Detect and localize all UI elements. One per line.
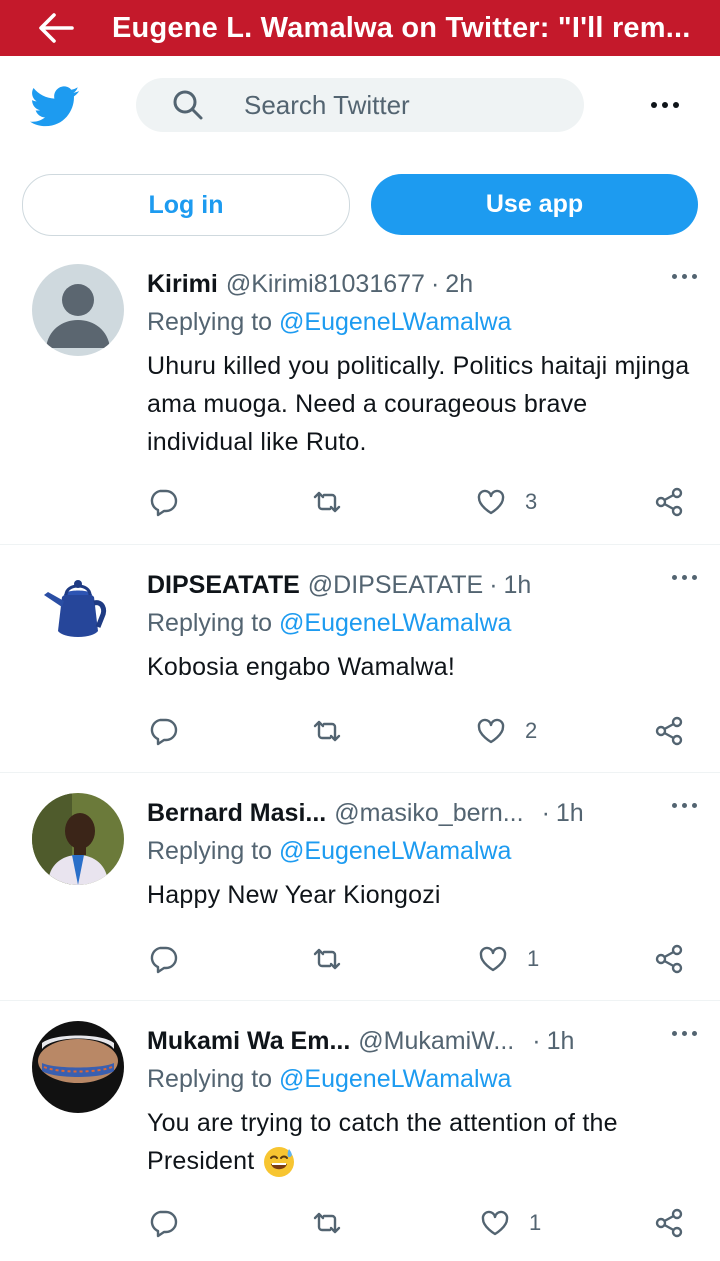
like-icon[interactable]: 1 — [479, 1207, 541, 1239]
page-title: Eugene L. Wamalwa on Twitter: "I'll rem.… — [112, 11, 691, 44]
tweet-text: Kobosia engabo Wamalwa! — [147, 653, 456, 681]
reply-tweet[interactable]: Bernard Masi... @masiko_bern... · 1h Rep… — [0, 773, 720, 1001]
replying-to: Replying to @EugeneLWamalwa — [147, 1065, 697, 1101]
author-name[interactable]: Mukami Wa Em... — [147, 1027, 350, 1056]
replying-to-label: Replying to — [147, 1065, 273, 1093]
separator-dot: · — [532, 1026, 541, 1055]
tweet-actions: 1 — [147, 1207, 697, 1247]
twitter-header — [0, 56, 720, 156]
more-options-icon[interactable] — [640, 90, 690, 120]
retweet-icon[interactable] — [311, 1207, 343, 1239]
like-count: 2 — [525, 718, 538, 743]
tweet-more-icon[interactable] — [672, 1031, 697, 1036]
user-photo-avatar[interactable] — [32, 793, 124, 885]
timestamp[interactable]: 1h — [547, 1027, 575, 1056]
tweet-more-icon[interactable] — [672, 803, 697, 808]
mention-link[interactable]: @EugeneLWamalwa — [279, 837, 511, 865]
search-input[interactable] — [242, 88, 576, 122]
replying-to-label: Replying to — [147, 837, 273, 865]
author-handle[interactable]: @MukamiW... — [358, 1027, 514, 1056]
like-count: 1 — [529, 1210, 542, 1235]
reply-tweet[interactable]: Kirimi @Kirimi81031677 · 2h Replying to … — [0, 244, 720, 545]
tweet-text: Happy New Year Kiongozi — [147, 881, 441, 909]
reply-icon[interactable] — [147, 486, 179, 518]
share-icon[interactable] — [653, 715, 685, 747]
separator-dot: · — [541, 798, 550, 827]
separator-dot: · — [430, 269, 440, 298]
teapot-avatar[interactable] — [32, 565, 124, 657]
replying-to: Replying to @EugeneLWamalwa — [147, 609, 697, 645]
tweet-actions: 1 — [147, 943, 697, 983]
reply-icon[interactable] — [147, 1207, 179, 1239]
tweet-text-content: You are trying to catch the attention of… — [147, 1109, 618, 1175]
user-photo-avatar[interactable] — [32, 1021, 124, 1113]
timestamp[interactable]: 1h — [504, 571, 532, 600]
author-name[interactable]: Bernard Masi... — [147, 799, 326, 828]
share-icon[interactable] — [653, 486, 685, 518]
like-icon[interactable]: 3 — [475, 486, 537, 518]
tweet-actions: 3 — [147, 486, 697, 526]
separator-dot: · — [489, 570, 498, 599]
reply-icon[interactable] — [147, 943, 179, 975]
tweet-more-icon[interactable] — [672, 575, 697, 580]
reply-icon[interactable] — [147, 715, 179, 747]
reply-tweet[interactable]: DIPSEATATE @DIPSEATATE · 1h Replying to … — [0, 545, 720, 773]
like-icon[interactable]: 2 — [475, 715, 537, 747]
reply-list: Kirimi @Kirimi81031677 · 2h Replying to … — [0, 244, 720, 1261]
author-handle[interactable]: @Kirimi81031677 — [226, 270, 425, 299]
timestamp[interactable]: 2h — [445, 270, 473, 299]
twitter-logo-icon[interactable] — [30, 86, 80, 128]
author-handle[interactable]: @DIPSEATATE — [308, 571, 483, 600]
grinning-sweat-emoji-icon — [262, 1145, 296, 1179]
search-box[interactable] — [136, 78, 584, 132]
replying-to: Replying to @EugeneLWamalwa — [147, 308, 697, 344]
search-icon — [173, 90, 203, 120]
auth-buttons: Log in Use app — [0, 174, 720, 236]
tweet-text: Uhuru killed you politically. Politics h… — [147, 352, 690, 456]
like-count: 1 — [527, 946, 540, 971]
replying-to-label: Replying to — [147, 308, 273, 336]
like-count: 3 — [525, 489, 538, 514]
author-name[interactable]: Kirimi — [147, 270, 218, 299]
mention-link[interactable]: @EugeneLWamalwa — [279, 609, 511, 637]
back-arrow-icon[interactable] — [28, 0, 84, 56]
share-icon[interactable] — [653, 1207, 685, 1239]
retweet-icon[interactable] — [311, 486, 343, 518]
replying-to: Replying to @EugeneLWamalwa — [147, 837, 697, 873]
share-icon[interactable] — [653, 943, 685, 975]
tweet-text: You are trying to catch the attention of… — [147, 1104, 697, 1180]
author-handle[interactable]: @masiko_bern... — [334, 799, 523, 828]
browser-title-bar: Eugene L. Wamalwa on Twitter: "I'll rem.… — [0, 0, 720, 56]
replying-to-label: Replying to — [147, 609, 273, 637]
use-app-button[interactable]: Use app — [371, 174, 698, 235]
timestamp[interactable]: 1h — [556, 799, 584, 828]
mention-link[interactable]: @EugeneLWamalwa — [279, 308, 511, 336]
tweet-actions: 2 — [147, 715, 697, 755]
reply-tweet[interactable]: Mukami Wa Em... @MukamiW... · 1h Replyin… — [0, 1001, 720, 1261]
retweet-icon[interactable] — [311, 715, 343, 747]
tweet-more-icon[interactable] — [672, 274, 697, 279]
like-icon[interactable]: 1 — [477, 943, 539, 975]
default-avatar[interactable] — [32, 264, 124, 356]
author-name[interactable]: DIPSEATATE — [147, 571, 300, 600]
mention-link[interactable]: @EugeneLWamalwa — [279, 1065, 511, 1093]
login-button[interactable]: Log in — [22, 174, 350, 236]
retweet-icon[interactable] — [311, 943, 343, 975]
